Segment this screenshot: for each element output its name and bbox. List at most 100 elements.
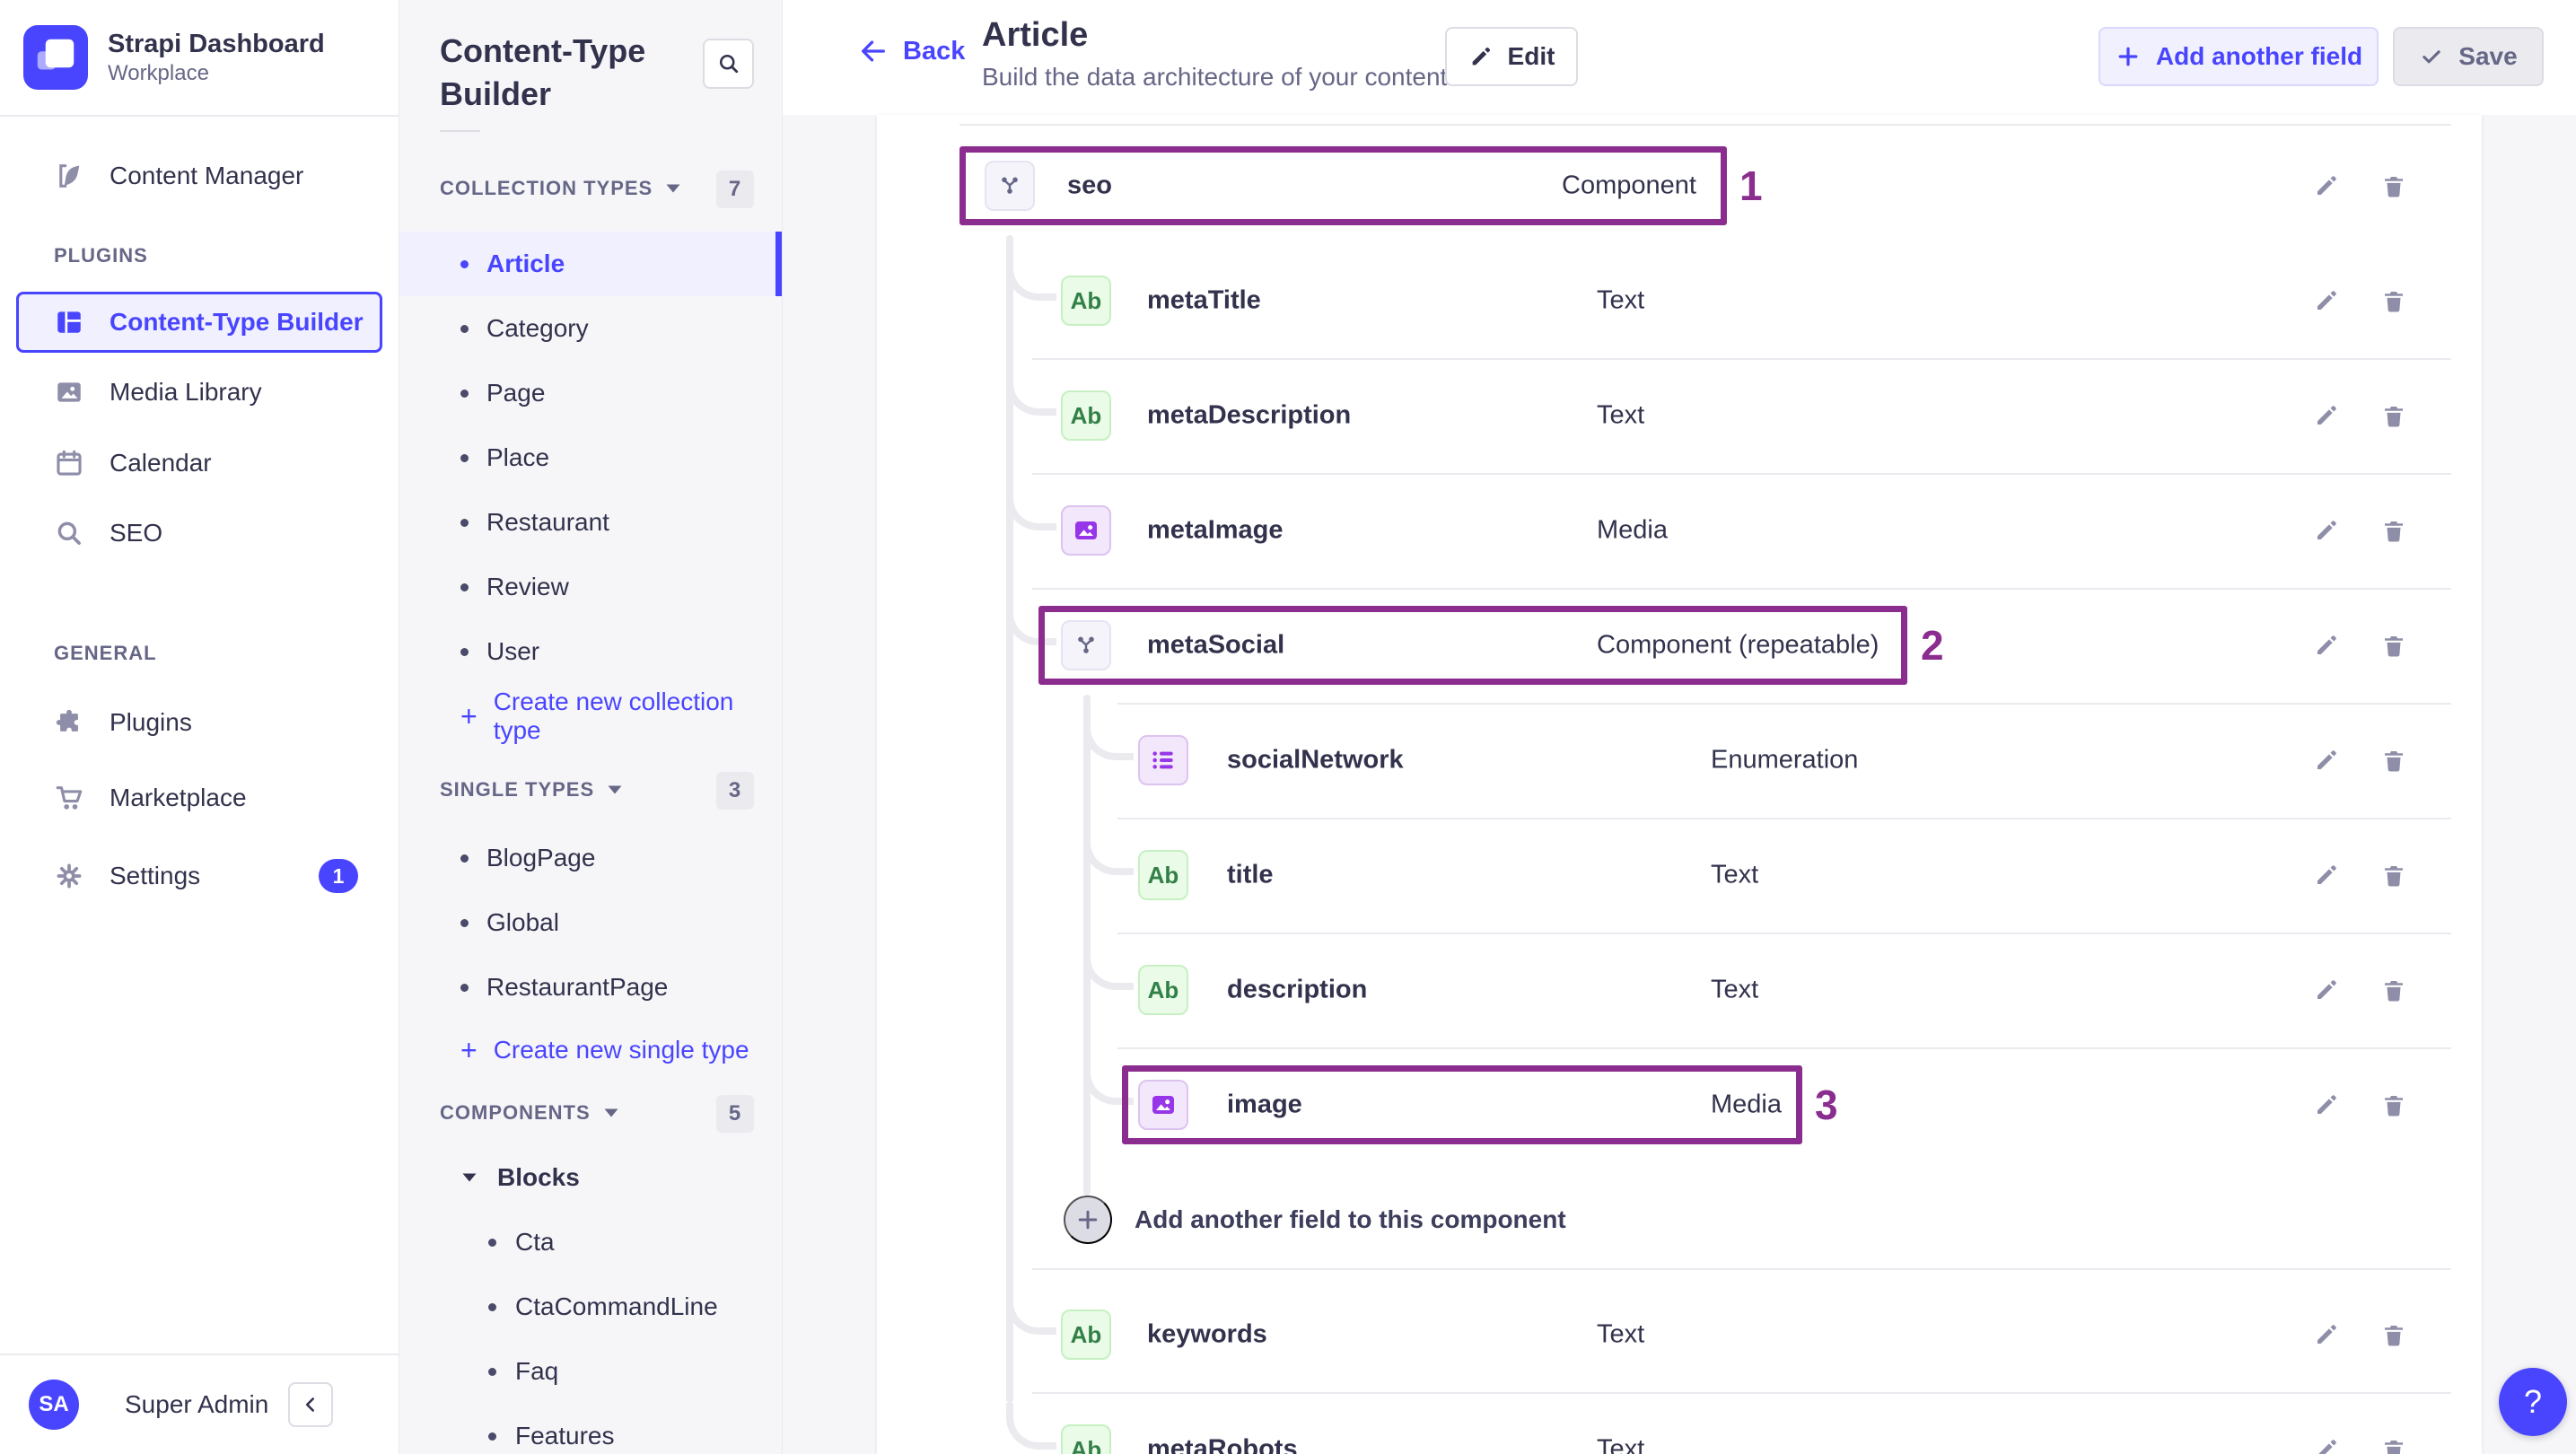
divider bbox=[440, 130, 480, 132]
field-row-seo: seo Component bbox=[877, 128, 2482, 243]
edit-field-button[interactable] bbox=[2309, 398, 2344, 434]
save-button[interactable]: Save bbox=[2393, 27, 2544, 86]
fields-table: seo Component Ab metaTitle Text Ab metaD… bbox=[877, 115, 2482, 1454]
text-field-icon: Ab bbox=[1061, 390, 1111, 441]
delete-field-button[interactable] bbox=[2376, 283, 2412, 319]
sidebar-item-media-library[interactable]: Media Library bbox=[0, 360, 399, 425]
trash-icon bbox=[2385, 292, 2403, 312]
annotation-number-3: 3 bbox=[1815, 1082, 1838, 1128]
delete-field-button[interactable] bbox=[2376, 398, 2412, 434]
field-row-metarobots: Ab metaRobots Text bbox=[877, 1392, 2482, 1454]
text-field-icon: Ab bbox=[1061, 276, 1111, 326]
pencil-icon bbox=[2318, 635, 2336, 654]
general-section-label: GENERAL bbox=[54, 642, 157, 664]
collection-types-list: Article Category Page Place Restaurant R… bbox=[399, 232, 782, 684]
sidebar-item-content-manager[interactable]: Content Manager bbox=[0, 144, 399, 208]
text-field-icon: Ab bbox=[1061, 1309, 1111, 1360]
subnav-item-faq[interactable]: Faq bbox=[399, 1339, 782, 1404]
trash-icon bbox=[2385, 636, 2403, 657]
subnav-item-restaurant[interactable]: Restaurant bbox=[399, 490, 782, 555]
media-field-icon bbox=[1138, 1080, 1188, 1130]
sidebar-item-plugins[interactable]: Plugins bbox=[0, 690, 399, 755]
plus-icon: + bbox=[460, 699, 478, 732]
subnav-item-cta[interactable]: Cta bbox=[399, 1210, 782, 1274]
edit-field-button[interactable] bbox=[2309, 1432, 2344, 1454]
chevron-down-icon bbox=[462, 1173, 477, 1182]
pencil-icon bbox=[2318, 750, 2336, 769]
chevron-down-icon bbox=[604, 1108, 618, 1117]
components-header[interactable]: COMPONENTS 5 bbox=[399, 1095, 782, 1133]
subnav-item-global[interactable]: Global bbox=[399, 890, 782, 955]
delete-field-button[interactable] bbox=[2376, 512, 2412, 548]
add-field-to-component-button[interactable] bbox=[1064, 1196, 1112, 1244]
sidebar-item-seo[interactable]: SEO bbox=[0, 501, 399, 565]
create-single-type-link[interactable]: + Create new single type bbox=[399, 1020, 782, 1081]
edit-field-button[interactable] bbox=[2309, 627, 2344, 663]
subnav-item-place[interactable]: Place bbox=[399, 425, 782, 490]
add-field-to-component-row: Add another field to this component bbox=[877, 1162, 2482, 1277]
single-types-list: BlogPage Global RestaurantPage bbox=[399, 826, 782, 1020]
subnav-item-ctacommandline[interactable]: CtaCommandLine bbox=[399, 1274, 782, 1339]
field-row-metadescription: Ab metaDescription Text bbox=[877, 358, 2482, 473]
trash-icon bbox=[2385, 407, 2403, 427]
trash-icon bbox=[2385, 1441, 2403, 1454]
edit-field-button[interactable] bbox=[2309, 1317, 2344, 1353]
content-type-builder-icon bbox=[54, 307, 84, 337]
edit-field-button[interactable] bbox=[2309, 512, 2344, 548]
main-sidebar: Strapi Dashboard Workplace Content Manag… bbox=[0, 0, 399, 1454]
subnav-item-page[interactable]: Page bbox=[399, 361, 782, 425]
collection-types-header[interactable]: COLLECTION TYPES 7 bbox=[399, 171, 782, 208]
content-type-builder-subnav: Content-Type Builder COLLECTION TYPES 7 … bbox=[399, 0, 783, 1454]
sidebar-item-calendar[interactable]: Calendar bbox=[0, 431, 399, 495]
edit-field-button[interactable] bbox=[2309, 283, 2344, 319]
edit-field-button[interactable] bbox=[2309, 742, 2344, 778]
arrow-left-icon bbox=[862, 40, 885, 62]
chevron-down-icon bbox=[608, 785, 622, 794]
workspace-title: Strapi Dashboard bbox=[108, 30, 325, 58]
edit-field-button[interactable] bbox=[2309, 972, 2344, 1008]
collapse-sidebar-button[interactable] bbox=[288, 1382, 333, 1427]
sidebar-item-settings[interactable]: Settings 1 bbox=[0, 844, 399, 908]
subnav-item-features[interactable]: Features bbox=[399, 1404, 782, 1454]
add-another-field-button[interactable]: Add another field bbox=[2098, 27, 2379, 86]
delete-field-button[interactable] bbox=[2376, 742, 2412, 778]
component-field-icon bbox=[985, 161, 1035, 211]
subnav-item-review[interactable]: Review bbox=[399, 555, 782, 619]
subnav-item-article[interactable]: Article bbox=[399, 232, 782, 296]
delete-field-button[interactable] bbox=[2376, 168, 2412, 204]
edit-field-button[interactable] bbox=[2309, 857, 2344, 893]
single-types-header[interactable]: SINGLE TYPES 3 bbox=[399, 772, 782, 810]
sidebar-item-content-type-builder[interactable]: Content-Type Builder bbox=[16, 292, 382, 353]
delete-field-button[interactable] bbox=[2376, 1087, 2412, 1123]
subnav-item-category[interactable]: Category bbox=[399, 296, 782, 361]
create-collection-type-link[interactable]: + Create new collection type bbox=[399, 684, 782, 749]
help-button[interactable]: ? bbox=[2499, 1368, 2567, 1436]
sidebar-item-label: Marketplace bbox=[110, 784, 247, 811]
media-library-icon bbox=[54, 377, 84, 407]
sidebar-item-label: Content Manager bbox=[110, 162, 304, 189]
delete-field-button[interactable] bbox=[2376, 1317, 2412, 1353]
annotation-number-2: 2 bbox=[1921, 622, 1944, 669]
field-row-title: Ab title Text bbox=[877, 818, 2482, 933]
sidebar-item-label: Content-Type Builder bbox=[110, 308, 364, 336]
subnav-item-restaurantpage[interactable]: RestaurantPage bbox=[399, 955, 782, 1020]
puzzle-icon bbox=[54, 707, 84, 738]
delete-field-button[interactable] bbox=[2376, 972, 2412, 1008]
sidebar-item-marketplace[interactable]: Marketplace bbox=[0, 766, 399, 830]
delete-field-button[interactable] bbox=[2376, 857, 2412, 893]
component-group-blocks[interactable]: Blocks bbox=[399, 1145, 782, 1210]
delete-field-button[interactable] bbox=[2376, 627, 2412, 663]
sidebar-item-label: Calendar bbox=[110, 449, 212, 477]
edit-field-button[interactable] bbox=[2309, 168, 2344, 204]
trash-icon bbox=[2385, 1326, 2403, 1346]
add-field-to-component-label[interactable]: Add another field to this component bbox=[1135, 1205, 1566, 1234]
delete-field-button[interactable] bbox=[2376, 1432, 2412, 1454]
subnav-item-blogpage[interactable]: BlogPage bbox=[399, 826, 782, 890]
edit-button[interactable]: Edit bbox=[1445, 27, 1578, 86]
search-button[interactable] bbox=[703, 39, 754, 89]
plus-icon bbox=[1078, 1210, 1098, 1230]
back-link[interactable]: Back bbox=[858, 36, 965, 66]
collection-types-count-badge: 7 bbox=[716, 171, 754, 208]
subnav-item-user[interactable]: User bbox=[399, 619, 782, 684]
edit-field-button[interactable] bbox=[2309, 1087, 2344, 1123]
